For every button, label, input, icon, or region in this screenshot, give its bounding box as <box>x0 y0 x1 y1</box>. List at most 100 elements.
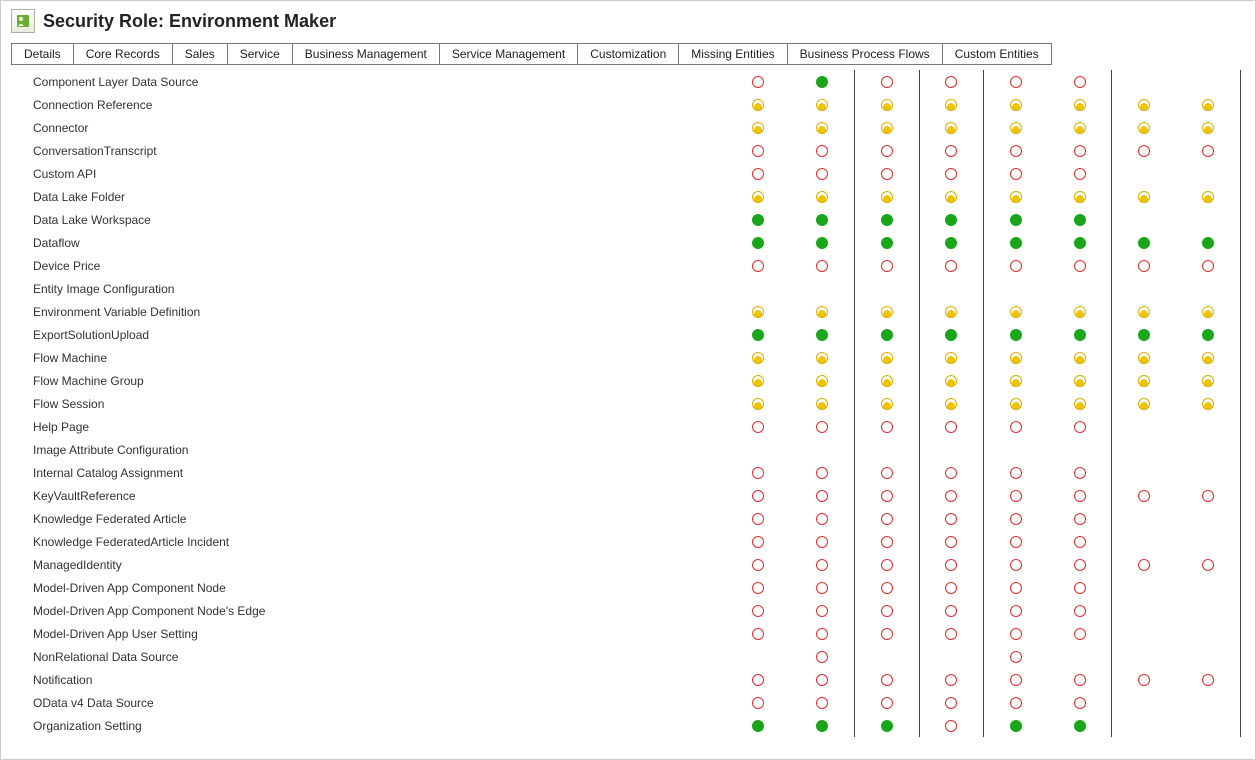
perm-none-icon[interactable] <box>1010 651 1022 663</box>
perm-cell[interactable] <box>726 369 790 392</box>
perm-full-icon[interactable] <box>1138 329 1150 341</box>
perm-cell[interactable] <box>1176 668 1240 691</box>
perm-cell[interactable] <box>1112 185 1176 208</box>
perm-cell[interactable] <box>1048 162 1112 185</box>
perm-cell[interactable] <box>855 231 919 254</box>
perm-none-icon[interactable] <box>816 513 828 525</box>
perm-cell[interactable] <box>790 668 854 691</box>
perm-cell[interactable] <box>790 576 854 599</box>
perm-none-icon[interactable] <box>1010 260 1022 272</box>
perm-none-icon[interactable] <box>881 467 893 479</box>
perm-cell[interactable] <box>1048 668 1112 691</box>
perm-none-icon[interactable] <box>1074 697 1086 709</box>
perm-cell[interactable] <box>983 346 1047 369</box>
perm-cell[interactable] <box>1176 714 1240 737</box>
tab-service[interactable]: Service <box>227 43 293 65</box>
perm-full-icon[interactable] <box>752 329 764 341</box>
perm-cell[interactable] <box>983 415 1047 438</box>
perm-cell[interactable] <box>1112 576 1176 599</box>
perm-cell[interactable] <box>726 530 790 553</box>
perm-cell[interactable] <box>983 691 1047 714</box>
perm-cell[interactable] <box>726 93 790 116</box>
perm-user-icon[interactable] <box>1074 352 1086 364</box>
perm-cell[interactable] <box>790 599 854 622</box>
perm-none-icon[interactable] <box>945 490 957 502</box>
perm-cell[interactable] <box>855 139 919 162</box>
perm-cell[interactable] <box>726 116 790 139</box>
perm-cell[interactable] <box>919 346 983 369</box>
perm-user-icon[interactable] <box>1202 122 1214 134</box>
perm-cell[interactable] <box>983 484 1047 507</box>
perm-user-icon[interactable] <box>1074 375 1086 387</box>
perm-user-icon[interactable] <box>1202 99 1214 111</box>
perm-cell[interactable] <box>1048 93 1112 116</box>
perm-none-icon[interactable] <box>1074 605 1086 617</box>
perm-cell[interactable] <box>919 93 983 116</box>
perm-cell[interactable] <box>790 714 854 737</box>
perm-full-icon[interactable] <box>1202 237 1214 249</box>
perm-cell[interactable] <box>726 691 790 714</box>
perm-none-icon[interactable] <box>945 559 957 571</box>
perm-none-icon[interactable] <box>1010 559 1022 571</box>
perm-none-icon[interactable] <box>1074 76 1086 88</box>
perm-none-icon[interactable] <box>1074 582 1086 594</box>
perm-user-icon[interactable] <box>945 122 957 134</box>
perm-cell[interactable] <box>726 139 790 162</box>
perm-cell[interactable] <box>983 162 1047 185</box>
perm-user-icon[interactable] <box>1074 306 1086 318</box>
perm-none-icon[interactable] <box>1010 536 1022 548</box>
perm-none-icon[interactable] <box>881 697 893 709</box>
perm-user-icon[interactable] <box>752 99 764 111</box>
perm-cell[interactable] <box>790 346 854 369</box>
perm-cell[interactable] <box>919 576 983 599</box>
perm-cell[interactable] <box>1112 93 1176 116</box>
perm-none-icon[interactable] <box>945 168 957 180</box>
perm-full-icon[interactable] <box>1202 329 1214 341</box>
perm-user-icon[interactable] <box>1138 352 1150 364</box>
perm-user-icon[interactable] <box>1010 375 1022 387</box>
perm-cell[interactable] <box>1176 530 1240 553</box>
perm-user-icon[interactable] <box>1074 398 1086 410</box>
perm-full-icon[interactable] <box>816 214 828 226</box>
perm-user-icon[interactable] <box>881 99 893 111</box>
perm-cell[interactable] <box>1048 254 1112 277</box>
perm-none-icon[interactable] <box>752 536 764 548</box>
perm-cell[interactable] <box>790 70 854 93</box>
perm-cell[interactable] <box>983 208 1047 231</box>
perm-cell[interactable] <box>1112 231 1176 254</box>
perm-cell[interactable] <box>983 277 1047 300</box>
perm-cell[interactable] <box>790 369 854 392</box>
perm-cell[interactable] <box>1112 369 1176 392</box>
perm-cell[interactable] <box>983 116 1047 139</box>
perm-cell[interactable] <box>1176 576 1240 599</box>
perm-user-icon[interactable] <box>752 375 764 387</box>
perm-cell[interactable] <box>726 714 790 737</box>
perm-cell[interactable] <box>726 668 790 691</box>
perm-cell[interactable] <box>1048 507 1112 530</box>
perm-cell[interactable] <box>1176 691 1240 714</box>
perm-user-icon[interactable] <box>1138 398 1150 410</box>
perm-none-icon[interactable] <box>752 674 764 686</box>
perm-cell[interactable] <box>790 484 854 507</box>
perm-full-icon[interactable] <box>881 329 893 341</box>
perm-cell[interactable] <box>1048 323 1112 346</box>
perm-user-icon[interactable] <box>1138 99 1150 111</box>
perm-none-icon[interactable] <box>752 260 764 272</box>
perm-none-icon[interactable] <box>816 651 828 663</box>
perm-cell[interactable] <box>855 530 919 553</box>
perm-cell[interactable] <box>1048 461 1112 484</box>
perm-cell[interactable] <box>790 116 854 139</box>
perm-none-icon[interactable] <box>752 605 764 617</box>
perm-none-icon[interactable] <box>1010 628 1022 640</box>
perm-full-icon[interactable] <box>881 237 893 249</box>
perm-cell[interactable] <box>919 507 983 530</box>
perm-user-icon[interactable] <box>881 122 893 134</box>
perm-cell[interactable] <box>1176 461 1240 484</box>
perm-cell[interactable] <box>919 415 983 438</box>
perm-cell[interactable] <box>1112 208 1176 231</box>
perm-none-icon[interactable] <box>881 559 893 571</box>
perm-cell[interactable] <box>726 185 790 208</box>
perm-full-icon[interactable] <box>752 720 764 732</box>
perm-cell[interactable] <box>855 461 919 484</box>
perm-full-icon[interactable] <box>752 237 764 249</box>
